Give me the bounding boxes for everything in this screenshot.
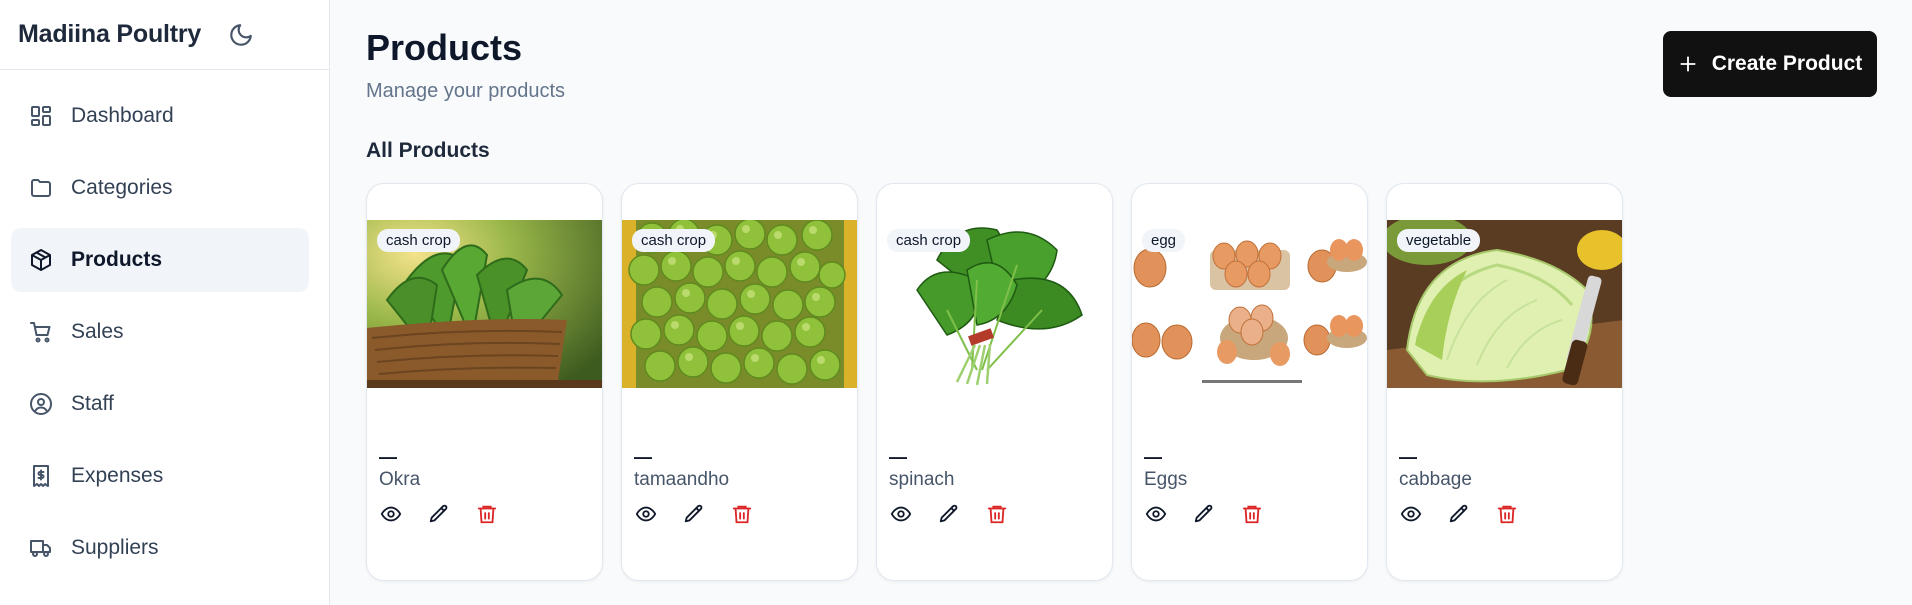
sidebar-nav: Dashboard Categories Products Sales Staf… — [0, 70, 329, 580]
dashboard-icon — [28, 103, 54, 129]
product-name: cabbage — [1399, 469, 1472, 490]
section-title: All Products — [366, 139, 490, 162]
category-badge: cash crop — [887, 229, 971, 252]
brand-name: Madiina Poultry — [18, 20, 202, 48]
user-circle-icon — [28, 391, 54, 417]
sidebar-item-label: Products — [71, 248, 163, 271]
product-card[interactable]: egg — Eggs — [1131, 183, 1368, 581]
create-product-label: Create Product — [1711, 52, 1863, 75]
category-badge: egg — [1142, 229, 1186, 252]
sidebar: Madiina Poultry Dashboard Categories Pro… — [0, 0, 330, 605]
eye-icon[interactable] — [1144, 502, 1168, 526]
sidebar-item-label: Staff — [71, 392, 114, 415]
product-card[interactable]: cash crop — [876, 183, 1113, 581]
card-actions — [1144, 502, 1264, 526]
pencil-icon[interactable] — [937, 502, 961, 526]
folder-icon — [28, 175, 54, 201]
card-actions — [1399, 502, 1519, 526]
product-name: Okra — [379, 469, 421, 490]
sidebar-header: Madiina Poultry — [0, 0, 329, 70]
package-icon — [28, 247, 54, 273]
product-dash: — — [634, 447, 652, 467]
sidebar-item-categories[interactable]: Categories — [11, 156, 309, 220]
product-name: spinach — [889, 469, 955, 490]
product-card[interactable]: vegetable — cabbage — [1386, 183, 1623, 581]
pencil-icon[interactable] — [682, 502, 706, 526]
receipt-icon — [28, 463, 54, 489]
trash-icon[interactable] — [475, 502, 499, 526]
plus-icon — [1678, 54, 1698, 74]
category-badge: cash crop — [632, 229, 716, 252]
product-dash: — — [379, 447, 397, 467]
trash-icon[interactable] — [1495, 502, 1519, 526]
card-actions — [889, 502, 1009, 526]
page-title: Products — [366, 27, 523, 68]
eye-icon[interactable] — [379, 502, 403, 526]
sidebar-item-label: Categories — [71, 176, 173, 199]
eye-icon[interactable] — [1399, 502, 1423, 526]
main-content: Products Manage your products Create Pro… — [330, 0, 1912, 605]
trash-icon[interactable] — [730, 502, 754, 526]
product-grid: cash crop — Okra cash crop — tamaandho c… — [366, 183, 1876, 581]
pencil-icon[interactable] — [427, 502, 451, 526]
product-dash: — — [889, 447, 907, 467]
truck-icon — [28, 535, 54, 561]
product-name: Eggs — [1144, 469, 1188, 490]
sidebar-item-suppliers[interactable]: Suppliers — [11, 516, 309, 580]
product-dash: — — [1399, 447, 1417, 467]
product-name: tamaandho — [634, 469, 730, 490]
category-badge: cash crop — [377, 229, 461, 252]
sidebar-item-expenses[interactable]: Expenses — [11, 444, 309, 508]
sidebar-item-label: Sales — [71, 320, 124, 343]
trash-icon[interactable] — [985, 502, 1009, 526]
card-actions — [634, 502, 754, 526]
sidebar-item-staff[interactable]: Staff — [11, 372, 309, 436]
product-card[interactable]: cash crop — [366, 183, 603, 581]
eye-icon[interactable] — [634, 502, 658, 526]
page-subtitle: Manage your products — [366, 80, 566, 102]
sidebar-item-sales[interactable]: Sales — [11, 300, 309, 364]
sidebar-item-label: Suppliers — [71, 536, 159, 559]
moon-icon[interactable] — [225, 19, 257, 51]
pencil-icon[interactable] — [1447, 502, 1471, 526]
product-card[interactable]: cash crop — [621, 183, 858, 581]
pencil-icon[interactable] — [1192, 502, 1216, 526]
trash-icon[interactable] — [1240, 502, 1264, 526]
sidebar-item-dashboard[interactable]: Dashboard — [11, 84, 309, 148]
card-actions — [379, 502, 499, 526]
category-badge: vegetable — [1397, 229, 1481, 252]
sidebar-item-label: Expenses — [71, 464, 164, 487]
sidebar-item-products[interactable]: Products — [11, 228, 309, 292]
sidebar-item-label: Dashboard — [71, 104, 174, 127]
create-product-button[interactable]: Create Product — [1663, 31, 1877, 97]
eye-icon[interactable] — [889, 502, 913, 526]
product-dash: — — [1144, 447, 1162, 467]
cart-icon — [28, 319, 54, 345]
